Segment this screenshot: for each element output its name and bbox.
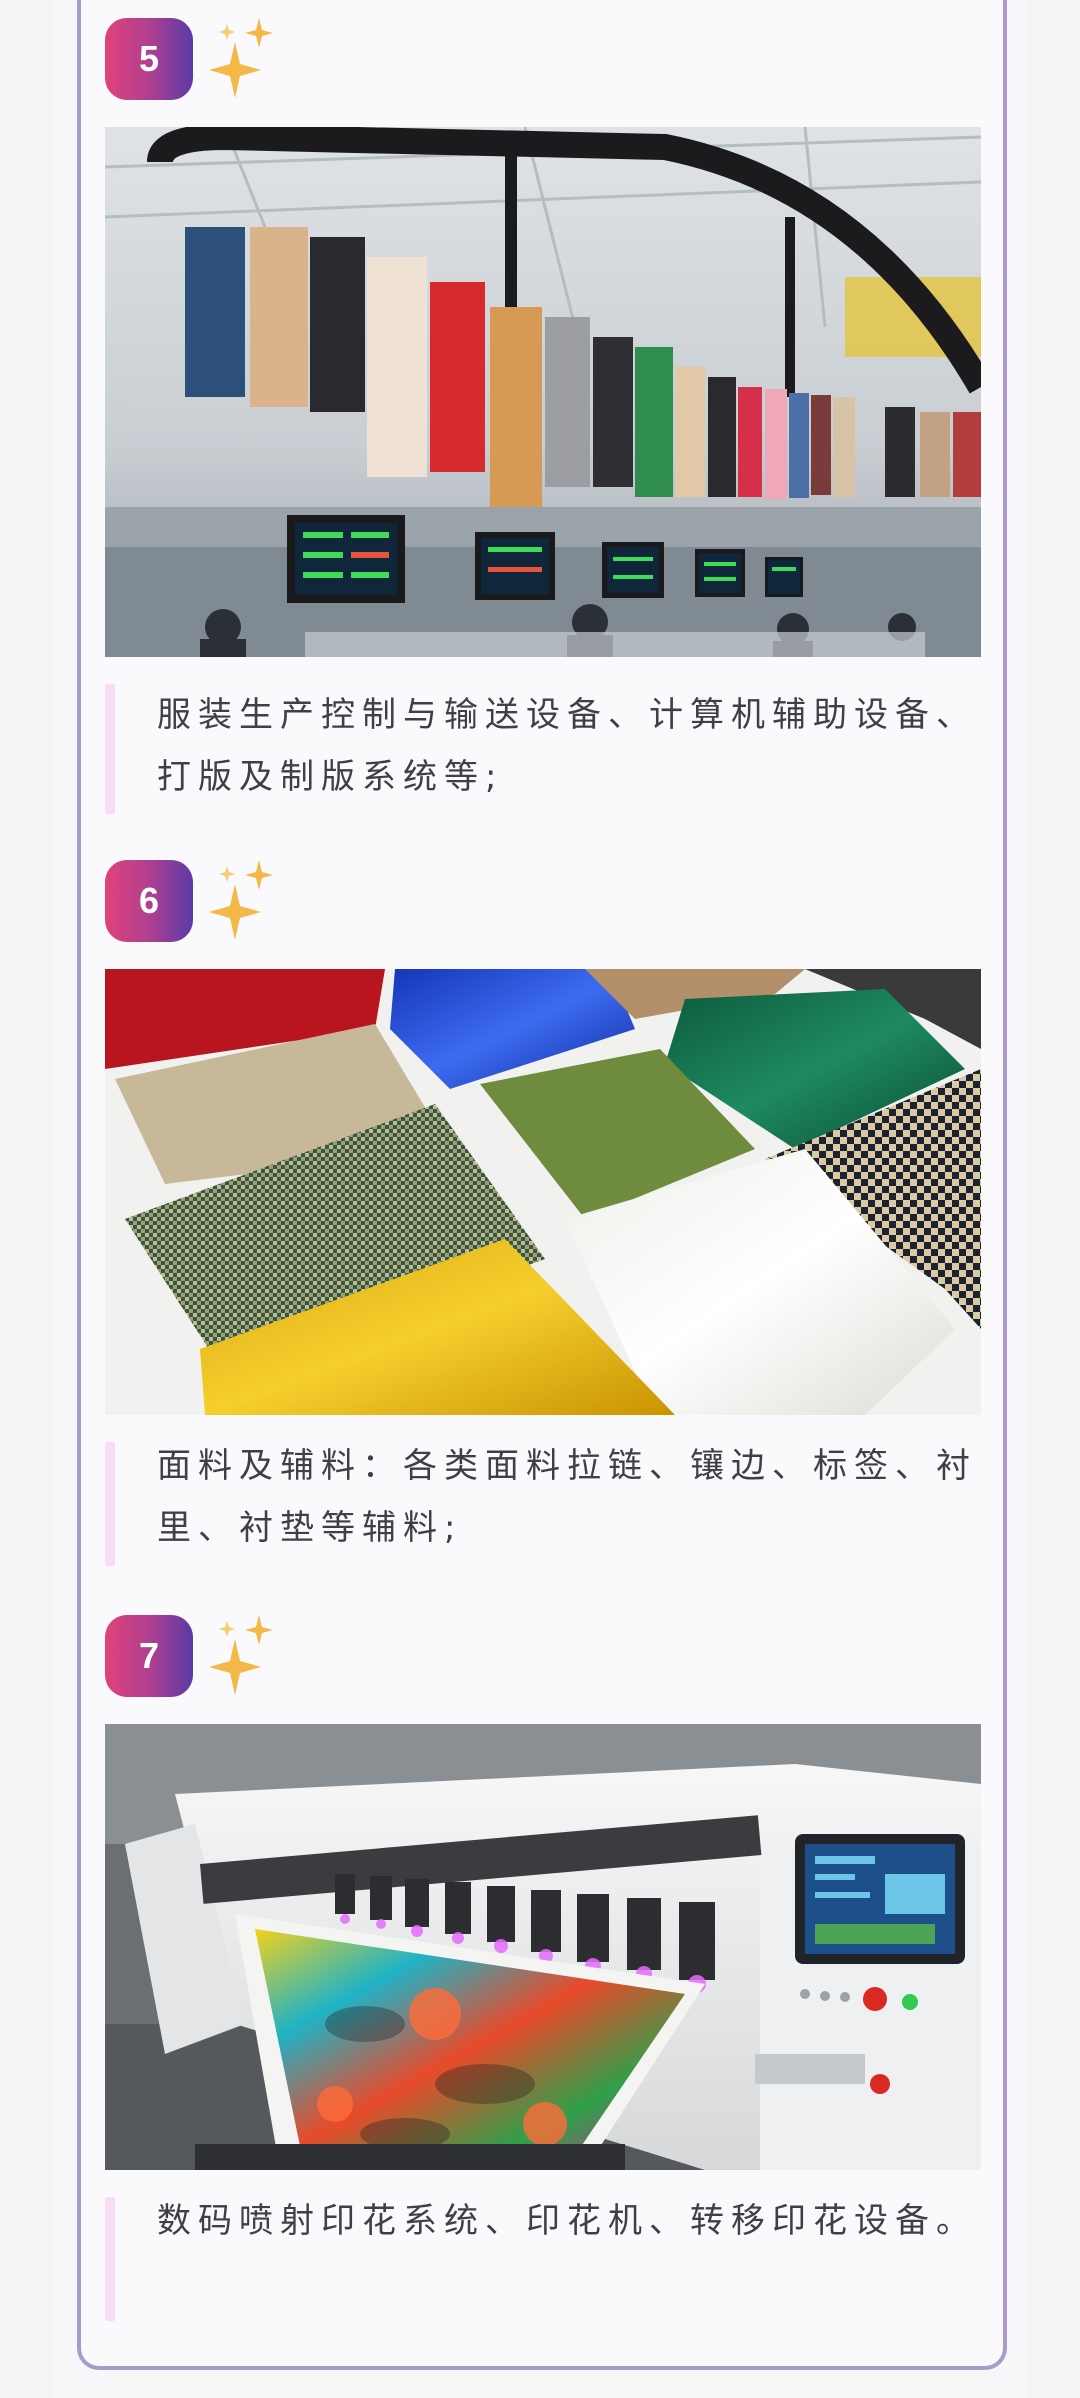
- section-number-badge: 6: [105, 860, 193, 942]
- caption-accent-bar: [105, 1442, 115, 1566]
- fabric-samples-photo: [105, 969, 981, 1415]
- sparkles-icon: [209, 860, 273, 940]
- section-number-badge: 7: [105, 1615, 193, 1697]
- digital-printer-photo: [105, 1724, 981, 2170]
- caption-accent-bar: [105, 2197, 115, 2321]
- section-number-badge: 5: [105, 18, 193, 100]
- sparkles-icon: [209, 18, 273, 98]
- section-caption: 面料及辅料：各类面料拉链、镶边、标签、衬里、衬垫等辅料;: [157, 1446, 977, 1548]
- section-caption: 服装生产控制与输送设备、计算机辅助设备、打版及制版系统等;: [157, 695, 977, 797]
- caption-accent-bar: [105, 684, 115, 814]
- section-caption: 数码喷射印花系统、印花机、转移印花设备。: [157, 2201, 977, 2241]
- garment-conveyor-photo: [105, 127, 981, 657]
- sparkles-icon: [209, 1615, 273, 1695]
